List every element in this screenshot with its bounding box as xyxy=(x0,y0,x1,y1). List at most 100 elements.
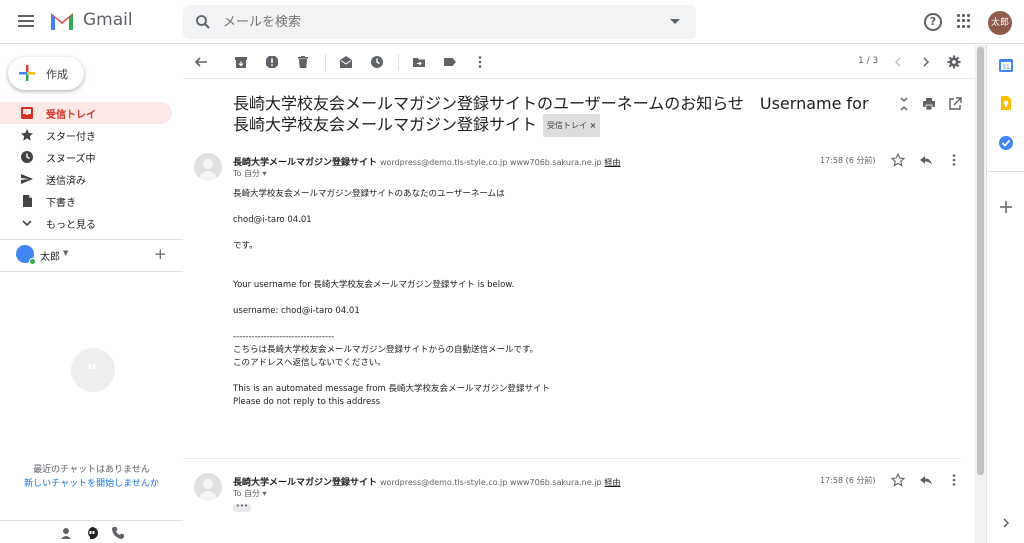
search-options-icon[interactable] xyxy=(670,19,680,24)
collapse-all-icon[interactable] xyxy=(897,97,911,111)
star-icon[interactable] xyxy=(891,473,905,487)
open-new-window-icon[interactable] xyxy=(948,97,962,111)
back-arrow-icon[interactable] xyxy=(194,55,208,69)
more-vert-icon[interactable] xyxy=(473,55,487,69)
sidebar-item-starred[interactable]: スター付き xyxy=(0,124,172,146)
via-link[interactable]: 経由 xyxy=(605,158,621,167)
sidebar-item-inbox[interactable]: 受信トレイ xyxy=(0,102,172,124)
compose-button[interactable]: 作成 xyxy=(8,57,84,90)
settings-gear-icon[interactable] xyxy=(947,55,961,69)
show-trimmed-content-button[interactable]: ••• xyxy=(233,503,251,512)
sidebar-item-label: スヌーズ中 xyxy=(46,154,96,165)
search-input[interactable] xyxy=(223,11,643,33)
body-line: こちらは長崎大学校友会メールマガジン登録サイトからの自動送信メールです。 xyxy=(233,345,539,355)
body-line: chod@i-taro 04.01 xyxy=(233,215,312,225)
message-time: 17:58 (6 分前) xyxy=(820,156,876,165)
toolbar-divider xyxy=(398,54,399,70)
recipient-details-chevron-icon[interactable]: ▾ xyxy=(263,169,267,178)
sender-line: 長崎大学メールマガジン登録サイト wordpress@demo.tls-style… xyxy=(233,475,621,488)
send-icon xyxy=(21,174,33,184)
expand-panel-chevron-icon[interactable] xyxy=(998,515,1014,531)
sidebar-item-snoozed[interactable]: スヌーズ中 xyxy=(0,146,172,168)
sidebar: 作成 受信トレイ スター付き スヌーズ中 送信済み 下書き もっと見る 太郎 ▼… xyxy=(0,45,183,543)
mark-unread-icon[interactable] xyxy=(339,55,353,69)
sidebar-item-label: 下書き xyxy=(46,198,76,209)
sidebar-item-sent[interactable]: 送信済み xyxy=(0,168,172,190)
user-name: 太郎 xyxy=(40,252,60,263)
reply-icon[interactable] xyxy=(919,153,933,167)
message-toolbar: 1 / 3 xyxy=(183,45,975,79)
label-icon[interactable] xyxy=(443,55,457,69)
message-more-icon[interactable] xyxy=(947,153,961,167)
app-name[interactable]: Gmail xyxy=(83,10,133,30)
account-avatar[interactable]: 太郎 xyxy=(988,11,1012,35)
body-line: ​ xyxy=(233,370,833,383)
remove-label-icon[interactable]: × xyxy=(590,121,597,130)
tasks-icon[interactable] xyxy=(998,135,1014,151)
sender-address: wordpress@demo.tls-style.co.jp www706b.s… xyxy=(380,478,602,487)
search-box[interactable] xyxy=(183,5,696,39)
inbox-icon xyxy=(21,107,33,119)
reply-icon[interactable] xyxy=(919,473,933,487)
keep-icon[interactable] xyxy=(998,95,1014,111)
contacts-icon[interactable] xyxy=(59,526,73,540)
hangouts-icon[interactable] xyxy=(85,526,99,540)
newer-chevron-left-icon[interactable] xyxy=(891,55,905,69)
body-line: Your username for 長崎大学校友会メールマガジン登録サイト is… xyxy=(233,280,515,290)
clock-icon xyxy=(21,151,33,163)
user-status-chevron-icon[interactable]: ▼ xyxy=(63,249,68,257)
email-subject: 長崎大学校友会メールマガジン登録サイトのユーザーネームのお知らせ Usernam… xyxy=(233,93,873,137)
toolbar-divider xyxy=(325,54,326,70)
snooze-icon[interactable] xyxy=(370,55,384,69)
sender-name[interactable]: 長崎大学メールマガジン登録サイト xyxy=(233,158,377,168)
report-spam-icon[interactable] xyxy=(265,55,279,69)
phone-icon[interactable] xyxy=(111,526,125,540)
recipient-details-chevron-icon[interactable]: ▾ xyxy=(263,489,267,498)
new-chat-plus-icon[interactable]: + xyxy=(154,245,167,263)
message-more-icon[interactable] xyxy=(947,473,961,487)
main-pane: 1 / 3 長崎大学校友会メールマガジン登録サイトのユーザーネームのお知らせ U… xyxy=(183,45,975,543)
draft-icon xyxy=(23,195,32,207)
sender-avatar[interactable] xyxy=(194,473,222,501)
print-icon[interactable] xyxy=(922,97,936,111)
recipient-line[interactable]: To 自分 ▾ xyxy=(233,488,267,499)
top-bar: Gmail ? 太郎 xyxy=(0,0,1024,44)
main-menu-icon[interactable] xyxy=(16,12,36,32)
body-line: ​ xyxy=(233,292,833,305)
sidebar-bottom-bar xyxy=(0,520,183,543)
sidebar-divider xyxy=(0,239,183,240)
scrollbar[interactable] xyxy=(975,45,986,543)
sender-avatar[interactable] xyxy=(194,153,222,181)
body-line: 長崎大学校友会メールマガジン登録サイトのあなたのユーザーネームは xyxy=(233,189,505,199)
inbox-label-chip[interactable]: 受信トレイ × xyxy=(543,114,601,137)
body-line: Please do not reply to this address xyxy=(233,397,381,407)
sidebar-item-label: スター付き xyxy=(46,132,96,143)
calendar-icon[interactable]: 31 xyxy=(998,57,1014,73)
archive-icon[interactable] xyxy=(234,55,248,69)
message-divider xyxy=(183,458,961,459)
recipient-line[interactable]: To 自分 ▾ xyxy=(233,168,267,179)
get-addons-plus-icon[interactable] xyxy=(998,199,1014,215)
older-chevron-right-icon[interactable] xyxy=(919,55,933,69)
sender-name[interactable]: 長崎大学メールマガジン登録サイト xyxy=(233,478,377,488)
compose-label: 作成 xyxy=(46,68,68,81)
sidebar-item-more[interactable]: もっと見る xyxy=(0,212,172,234)
start-chat-link[interactable]: 新しいチャットを開始しませんか xyxy=(0,476,183,489)
apps-grid-icon[interactable] xyxy=(957,14,971,28)
gmail-logo-icon[interactable] xyxy=(49,10,75,32)
message-time: 17:58 (6 分前) xyxy=(820,476,876,485)
body-line: ​ xyxy=(233,318,833,331)
scrollbar-thumb[interactable] xyxy=(977,47,984,475)
delete-icon[interactable] xyxy=(296,55,310,69)
star-icon[interactable] xyxy=(891,153,905,167)
sidebar-item-label: もっと見る xyxy=(46,220,96,231)
online-status-icon xyxy=(29,258,36,265)
sidebar-item-label: 受信トレイ xyxy=(46,110,96,121)
via-link[interactable]: 経由 xyxy=(605,478,621,487)
search-icon[interactable] xyxy=(195,14,211,30)
hangouts-user[interactable]: 太郎 ▼ + xyxy=(16,245,176,265)
move-to-icon[interactable] xyxy=(412,55,426,69)
message-body: 長崎大学校友会メールマガジン登録サイトのあなたのユーザーネームは ​ chod@… xyxy=(233,188,833,409)
help-icon[interactable]: ? xyxy=(924,13,942,31)
sidebar-item-drafts[interactable]: 下書き xyxy=(0,190,172,212)
